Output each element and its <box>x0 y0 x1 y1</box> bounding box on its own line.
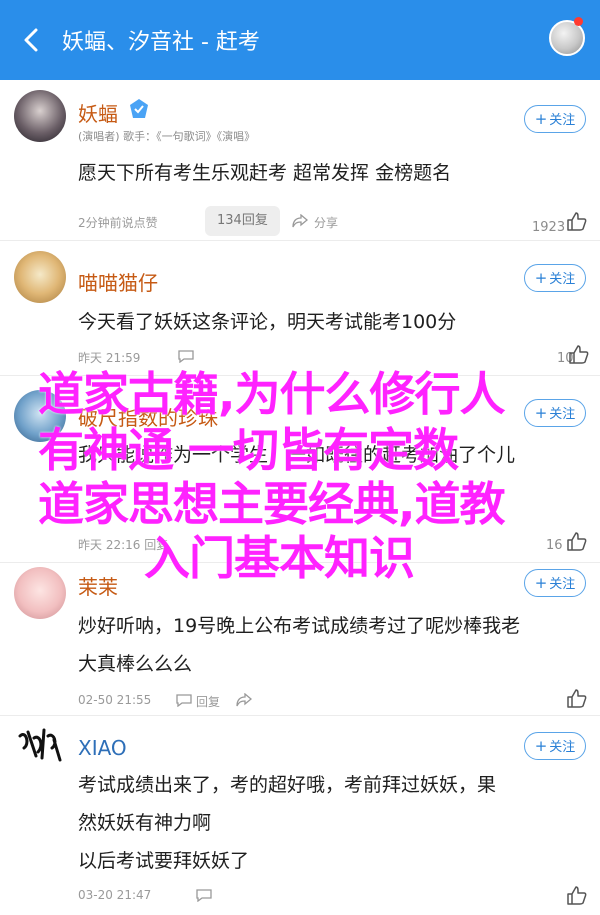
share-icon[interactable] <box>236 693 252 707</box>
share-label[interactable]: 分享 <box>314 214 338 231</box>
comment-time: 02-50 21:55 <box>78 693 152 707</box>
like-count: 16 <box>546 538 563 553</box>
comment-text: 今天看了妖妖这条评论，明天考试能考100分 <box>78 311 457 333</box>
username[interactable]: 妖蝠 <box>78 98 118 127</box>
avatar[interactable] <box>14 722 66 774</box>
reply-label[interactable]: 回复 <box>196 693 220 710</box>
comment-text: 考试成绩出来了，考的超好哦，考前拜过妖妖，果 然妖妖有神力啊 以后考试要拜妖妖了 <box>78 774 497 872</box>
comment-time: 2分钟前说点赞 <box>78 216 158 230</box>
replies-button[interactable]: 134回复 <box>205 206 280 236</box>
thumbs-up-icon[interactable] <box>568 343 590 365</box>
comment-item: 喵喵猫仔 + 关注 今天看了妖妖这条评论，明天考试能考100分 昨天 21:59 … <box>0 241 600 375</box>
back-arrow-icon[interactable] <box>14 22 50 58</box>
user-meta: (演唱者) 歌手：《一句歌词》《演唱》 <box>78 130 256 143</box>
top-bar: 妖蝠、汐音社 - 赶考 <box>0 0 600 80</box>
reply-icon[interactable] <box>196 888 212 902</box>
share-icon[interactable] <box>292 214 308 228</box>
comment-item: XIAO + 关注 考试成绩出来了，考的超好哦，考前拜过妖妖，果 然妖妖有神力啊 … <box>0 716 600 915</box>
follow-button[interactable]: + 关注 <box>524 732 586 760</box>
follow-button[interactable]: + 关注 <box>524 399 586 427</box>
follow-button[interactable]: + 关注 <box>524 105 586 133</box>
thumbs-up-icon[interactable] <box>566 884 588 906</box>
like-count: 1923 <box>532 220 566 235</box>
notification-dot <box>574 17 583 26</box>
username[interactable]: 茉茉 <box>78 571 118 600</box>
follow-button[interactable]: + 关注 <box>524 264 586 292</box>
avatar[interactable] <box>14 567 66 619</box>
follow-button[interactable]: + 关注 <box>524 569 586 597</box>
thumbs-up-icon[interactable] <box>566 530 588 552</box>
avatar[interactable] <box>14 90 66 142</box>
username[interactable]: 喵喵猫仔 <box>78 267 158 296</box>
comment-text: 愿天下所有考生乐观赶考 超常发挥 金榜题名 <box>78 162 452 184</box>
thumbs-up-icon[interactable] <box>566 687 588 709</box>
comment-text: 炒好听呐，19号晚上公布考试成绩考过了呢炒棒我老 大真棒么么么 <box>78 615 521 675</box>
verified-badge-icon <box>130 99 148 118</box>
thumbs-up-icon[interactable] <box>566 210 588 232</box>
username[interactable]: XIAO <box>78 736 127 760</box>
reply-icon[interactable] <box>176 693 192 707</box>
overlay-headline-line-4: 入门基本知识 <box>144 531 415 585</box>
page-title: 妖蝠、汐音社 - 赶考 <box>62 30 260 55</box>
avatar[interactable] <box>14 251 66 303</box>
comment-item: 妖蝠 (演唱者) 歌手：《一句歌词》《演唱》 + 关注 愿天下所有考生乐观赶考 超… <box>0 80 600 240</box>
comment-time: 03-20 21:47 <box>78 888 152 902</box>
